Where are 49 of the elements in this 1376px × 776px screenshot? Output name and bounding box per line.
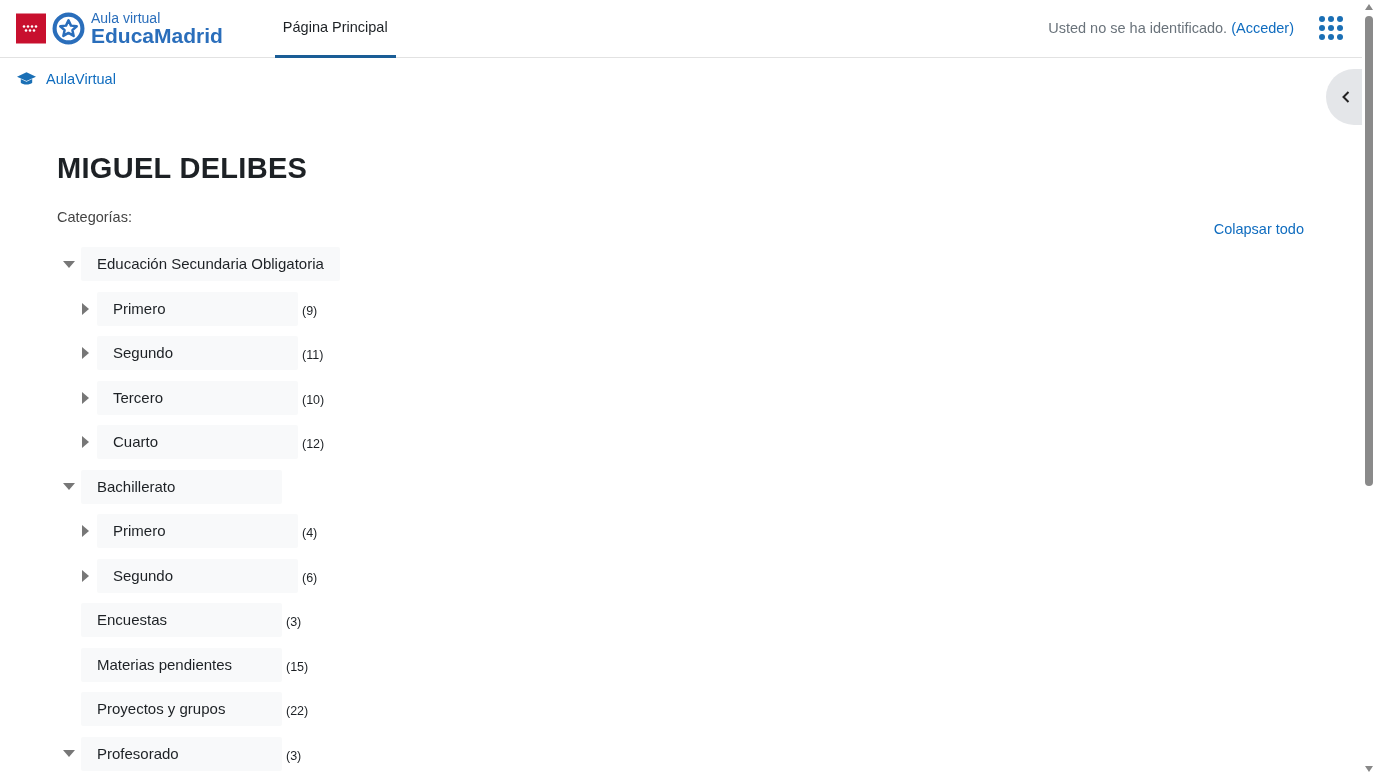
category-link[interactable]: Primero — [97, 514, 298, 549]
caret-down-icon[interactable] — [63, 750, 75, 758]
caret-down-icon[interactable] — [63, 260, 75, 268]
logo-title: EducaMadrid — [91, 24, 223, 46]
course-count: (10) — [302, 392, 325, 407]
collapse-all-link[interactable]: Colapsar todo — [1213, 221, 1304, 237]
scroll-up-icon[interactable] — [1365, 4, 1373, 10]
scrollbar-thumb[interactable] — [1365, 16, 1373, 486]
apps-grid-icon[interactable] — [1318, 15, 1344, 42]
caret-down-icon[interactable] — [63, 483, 75, 491]
page-title: MIGUEL DELIBES — [57, 152, 309, 185]
nav-tab[interactable]: Página Principal — [274, 0, 396, 58]
caret-right-icon[interactable] — [81, 391, 89, 404]
logo-subtitle: Aula virtual — [91, 10, 162, 25]
category-link[interactable]: Educación Secundaria Obligatoria — [81, 247, 340, 282]
caret-right-icon[interactable] — [81, 347, 89, 360]
category-link[interactable]: Materias pendientes — [81, 647, 282, 682]
drawer-toggle-button[interactable] — [1326, 68, 1362, 125]
category-link[interactable]: Primero — [97, 291, 298, 326]
course-count: (15) — [286, 659, 309, 674]
star-emblem-icon — [52, 11, 85, 45]
scroll-down-icon[interactable] — [1365, 766, 1373, 772]
category-link[interactable]: Tercero — [97, 380, 298, 415]
course-count: (9) — [302, 303, 318, 318]
flag-icon — [16, 12, 46, 44]
category-link[interactable]: Proyectos y grupos — [81, 692, 282, 727]
category-link[interactable]: Profesorado — [81, 736, 282, 771]
course-count: (11) — [302, 348, 324, 363]
caret-right-icon[interactable] — [81, 525, 89, 538]
course-count: (3) — [286, 748, 302, 763]
caret-right-icon[interactable] — [81, 436, 89, 449]
caret-right-icon[interactable] — [81, 302, 89, 315]
login-status: Usted no se ha identificado. — [1048, 20, 1228, 37]
graduation-cap-icon — [17, 70, 36, 87]
course-count: (4) — [302, 526, 318, 541]
category-link[interactable]: Segundo — [97, 336, 298, 371]
course-count: (6) — [302, 570, 318, 585]
breadcrumb-link[interactable]: AulaVirtual — [46, 70, 116, 87]
course-count: (22) — [286, 704, 309, 719]
course-count: (3) — [286, 615, 302, 630]
login-link[interactable]: (Acceder) — [1231, 20, 1294, 37]
category-link[interactable]: Cuarto — [97, 425, 298, 460]
chevron-left-icon — [1341, 89, 1351, 104]
categories-label: Categorías: — [57, 209, 132, 225]
category-link[interactable]: Segundo — [97, 558, 298, 593]
category-link[interactable]: Bachillerato — [81, 469, 282, 504]
course-count: (12) — [302, 437, 325, 452]
caret-right-icon[interactable] — [81, 569, 89, 582]
category-link[interactable]: Encuestas — [81, 603, 282, 638]
